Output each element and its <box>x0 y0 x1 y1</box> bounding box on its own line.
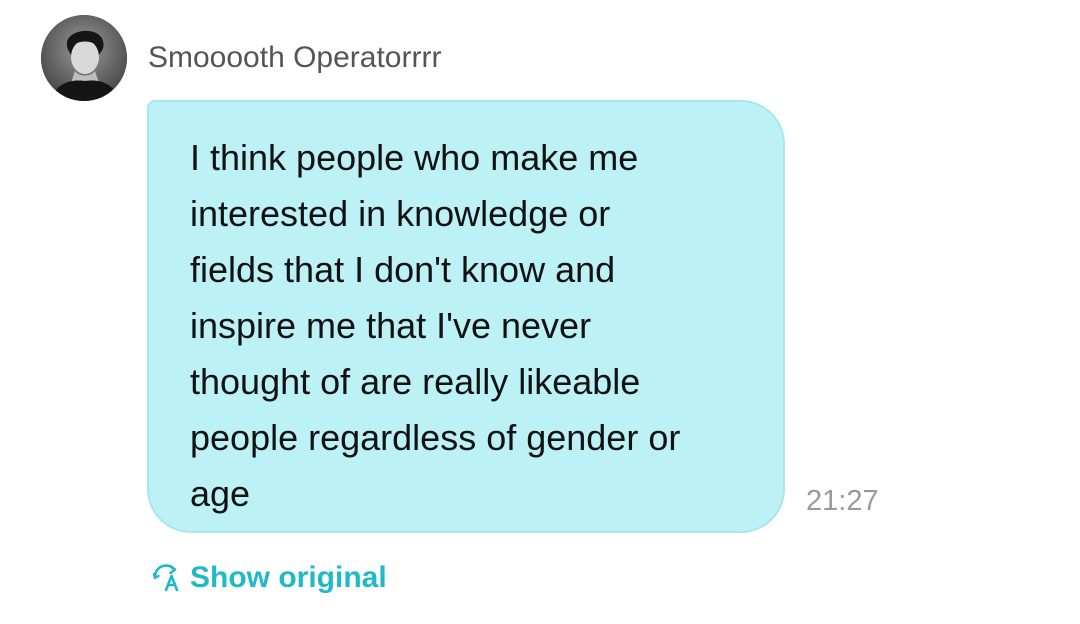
show-original-label: Show original <box>190 561 387 594</box>
message-text: I think people who make me interested in… <box>190 137 681 514</box>
message-timestamp: 21:27 <box>806 485 879 517</box>
sender-name: Smooooth Operatorrrr <box>148 41 442 74</box>
message-bubble[interactable]: I think people who make me interested in… <box>147 100 785 533</box>
show-original-button[interactable]: Show original <box>150 556 387 600</box>
avatar-image <box>41 15 127 101</box>
avatar[interactable] <box>41 15 127 101</box>
translate-icon <box>150 562 182 594</box>
